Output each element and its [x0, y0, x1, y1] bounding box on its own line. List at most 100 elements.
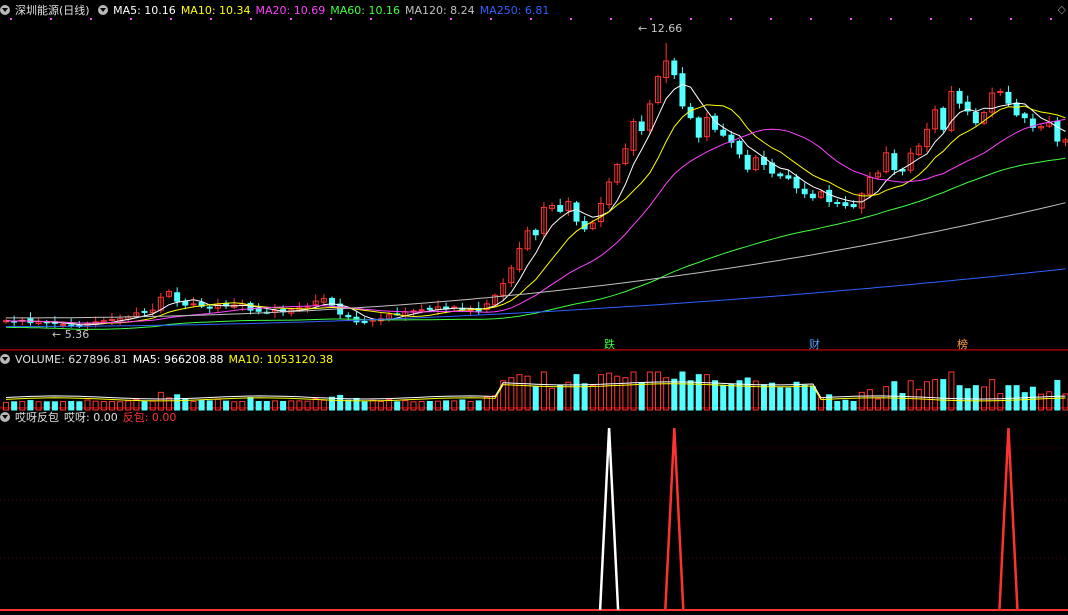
expand-icon[interactable]: ◇ [1058, 3, 1066, 16]
candle-body [785, 175, 792, 179]
volume-bar [932, 379, 939, 411]
signal-series2: 反包: 0.00 [122, 411, 177, 424]
period-label: (日线) [59, 4, 90, 17]
candle-body [972, 111, 979, 124]
volume-bar [785, 387, 792, 411]
indicator-menu-icon[interactable] [98, 5, 109, 15]
volume-bar [516, 374, 523, 411]
volume-bar [573, 374, 580, 411]
top-marker [1050, 18, 1052, 20]
volume-menu-icon[interactable] [0, 354, 10, 364]
candle-body [720, 129, 727, 136]
volume-bar [27, 400, 34, 411]
menu-toggle-icon[interactable] [0, 5, 10, 15]
top-marker [1010, 18, 1012, 20]
volume-bar [679, 371, 686, 411]
volume-bar [777, 387, 784, 411]
top-marker [810, 18, 812, 20]
volume-bar [842, 399, 849, 411]
ma250-line [6, 268, 1066, 327]
volume-bar [655, 371, 661, 411]
ma-label-5: MA250: 6.81 [479, 4, 550, 17]
signal-spike [998, 427, 1019, 611]
volume-bar [907, 380, 914, 411]
volume-value: VOLUME: 627896.81 [15, 353, 128, 366]
candle-body [850, 204, 857, 208]
candle-body [60, 324, 67, 327]
volume-bar [744, 377, 751, 411]
volume-bar [247, 397, 254, 411]
ma10-line [5, 104, 1066, 324]
top-marker [610, 18, 612, 20]
candle-body [777, 173, 784, 177]
ma-label-4: MA120: 8.24 [404, 4, 475, 17]
ma-label-0: MA5: 10.16 [113, 4, 176, 17]
volume-bar [956, 385, 963, 411]
volume-bar [174, 394, 181, 411]
volume-bar [695, 374, 702, 411]
volume-bar [345, 399, 352, 411]
signal-menu-icon[interactable] [0, 412, 10, 422]
volume-bar [1054, 380, 1061, 411]
volume-bar [557, 384, 564, 411]
event-tag-3[interactable]: 榜 [957, 336, 968, 352]
signal-header: 哎呀反包 哎呀: 0.00 反包: 0.00 [0, 410, 181, 426]
candle-body [679, 73, 686, 107]
volume-bar [475, 400, 482, 411]
high-price-label: ← 12.66 [638, 22, 683, 35]
top-marker [770, 18, 772, 20]
volume-bar [532, 386, 539, 411]
candle-body [255, 308, 262, 312]
volume-bar [622, 377, 629, 411]
event-tag-2[interactable]: 财 [809, 336, 820, 352]
volume-bar [255, 400, 262, 411]
top-marker [850, 18, 852, 20]
volume-bar [915, 388, 922, 411]
candle-body [638, 121, 645, 132]
volume-bar [923, 381, 930, 411]
top-marker [730, 18, 732, 20]
volume-header: VOLUME: 627896.81 MA5: 966208.88 MA10: 105… [0, 352, 338, 368]
volume-bar [752, 380, 759, 411]
low-price-value: 5.36 [64, 328, 90, 341]
volume-bar [68, 400, 75, 411]
ma5-line [5, 83, 1066, 326]
volume-ma5: MA5: 966208.88 [132, 353, 224, 366]
signal-series1: 哎呀: 0.00 [64, 411, 118, 424]
event-tag-1[interactable]: 跌 [604, 336, 615, 352]
stock-name: 深圳能源 [15, 4, 59, 17]
volume-bar [426, 400, 433, 411]
candle-body [842, 202, 849, 206]
top-marker [690, 18, 692, 20]
volume-bar [206, 400, 213, 411]
low-price-label: ← 5.36 [52, 328, 90, 341]
candle-body [361, 320, 368, 324]
candle-body [801, 188, 808, 195]
volume-bar [459, 399, 466, 411]
chart-canvas [0, 18, 1068, 611]
volume-bar [540, 371, 547, 411]
volume-bar [51, 401, 58, 411]
candle-body [940, 107, 947, 130]
signal-title: 哎呀反包 [15, 411, 59, 424]
candle-body [736, 140, 743, 155]
top-marker [650, 18, 652, 20]
volume-bar [736, 380, 743, 411]
volume-bar [337, 394, 344, 411]
ma-legend: MA5: 10.16 MA10: 10.34 MA20: 10.69 MA60: 10… [113, 4, 554, 17]
candle-body [809, 193, 816, 199]
volume-bar [728, 383, 735, 411]
volume-bar [646, 371, 653, 411]
candle-body [1054, 120, 1061, 142]
volume-bar [687, 380, 694, 411]
volume-bar [524, 375, 531, 411]
volume-bar [141, 400, 148, 411]
volume-bar [549, 387, 556, 411]
candle-body [793, 176, 800, 189]
volume-bar [866, 389, 873, 411]
candle-body [744, 154, 751, 170]
volume-bar [329, 396, 335, 411]
volume-bar [1021, 392, 1028, 411]
candle-body [345, 314, 352, 318]
volume-bar [597, 374, 604, 411]
